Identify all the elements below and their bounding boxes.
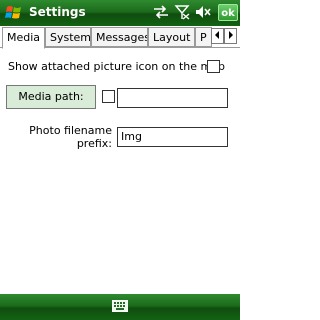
signal-off-icon[interactable] — [174, 5, 190, 20]
tab-strip: Media System Messages Layout P — [0, 27, 240, 49]
title-bar: Settings ok — [0, 0, 240, 26]
media-path-button[interactable]: Media path: — [6, 85, 96, 109]
tab-partial[interactable]: P — [195, 27, 212, 47]
arrow-left-icon — [215, 31, 219, 39]
photo-prefix-input[interactable]: Img — [117, 127, 228, 147]
tab-system[interactable]: System — [45, 27, 91, 47]
ok-button[interactable]: ok — [218, 4, 238, 21]
tab-layout[interactable]: Layout — [148, 27, 195, 47]
bottom-softkey-bar — [0, 294, 240, 320]
keyboard-icon[interactable] — [112, 300, 128, 312]
window-title: Settings — [29, 5, 86, 19]
show-picture-icon-label: Show attached picture icon on the map — [8, 60, 225, 73]
show-picture-icon-checkbox[interactable] — [207, 60, 220, 73]
photo-prefix-label: Photo filename prefix: — [29, 124, 112, 150]
speaker-mute-icon[interactable] — [195, 5, 211, 19]
tab-messages[interactable]: Messages — [91, 27, 148, 47]
media-path-input[interactable] — [117, 88, 228, 108]
windows-start-icon[interactable] — [5, 4, 23, 22]
tab-media[interactable]: Media — [2, 27, 45, 49]
sync-arrows-icon[interactable] — [153, 5, 169, 19]
tab-scroll-right-button[interactable] — [224, 28, 237, 44]
arrow-right-icon — [229, 31, 233, 39]
tab-scroll-left-button[interactable] — [211, 28, 224, 44]
media-path-checkbox[interactable] — [102, 90, 115, 103]
